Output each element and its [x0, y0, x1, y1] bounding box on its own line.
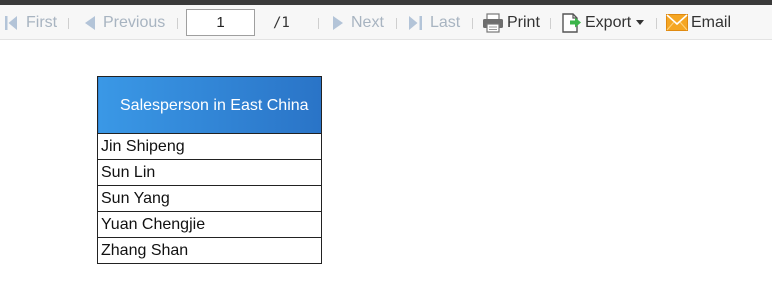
- table-row: Sun Yang: [97, 185, 322, 212]
- report-toolbar: First Previous /1 Next Last: [0, 5, 772, 40]
- caret-down-icon[interactable]: [636, 20, 645, 25]
- next-page-button[interactable]: Next: [332, 5, 384, 40]
- print-label: Print: [507, 13, 540, 31]
- first-page-button[interactable]: First: [4, 5, 57, 40]
- first-page-label: First: [26, 13, 58, 31]
- last-page-label: Last: [430, 13, 461, 31]
- first-page-icon: [5, 15, 17, 30]
- table-cell: Yuan Chengjie: [97, 211, 322, 238]
- salesperson-table: Salesperson in East China Jin Shipeng Su…: [97, 76, 322, 264]
- table-cell: Sun Lin: [97, 159, 322, 186]
- table-cell: Zhang Shan: [97, 237, 322, 264]
- next-page-label: Next: [351, 13, 384, 31]
- toolbar-divider: [318, 18, 319, 29]
- export-icon: [562, 12, 581, 33]
- table-cell: Jin Shipeng: [97, 133, 322, 160]
- previous-page-icon: [85, 15, 95, 30]
- email-button[interactable]: Email: [666, 5, 731, 40]
- toolbar-divider: [396, 18, 397, 29]
- next-page-icon: [333, 15, 343, 30]
- table-cell: Sun Yang: [97, 185, 322, 212]
- export-button[interactable]: Export: [561, 5, 645, 40]
- toolbar-divider: [550, 18, 551, 29]
- toolbar-divider: [177, 18, 178, 29]
- page-number-input[interactable]: [186, 9, 255, 36]
- toolbar-divider: [68, 18, 69, 29]
- printer-icon: [483, 12, 503, 33]
- previous-page-label: Previous: [103, 13, 166, 31]
- table-row: Jin Shipeng: [97, 133, 322, 160]
- table-row: Sun Lin: [97, 159, 322, 186]
- email-label: Email: [691, 13, 732, 31]
- table-row: Yuan Chengjie: [97, 211, 322, 238]
- total-pages-label: /1: [273, 14, 290, 31]
- previous-page-button[interactable]: Previous: [84, 5, 165, 40]
- toolbar-divider: [656, 18, 657, 29]
- last-page-icon: [409, 15, 422, 30]
- print-button[interactable]: Print: [482, 5, 540, 40]
- toolbar-divider: [472, 18, 473, 29]
- table-header-row: Salesperson in East China: [97, 76, 322, 134]
- column-header-salesperson: Salesperson in East China: [97, 76, 322, 134]
- table-row: Zhang Shan: [97, 237, 322, 264]
- envelope-icon: [666, 14, 688, 31]
- export-label: Export: [585, 13, 632, 31]
- last-page-button[interactable]: Last: [408, 5, 460, 40]
